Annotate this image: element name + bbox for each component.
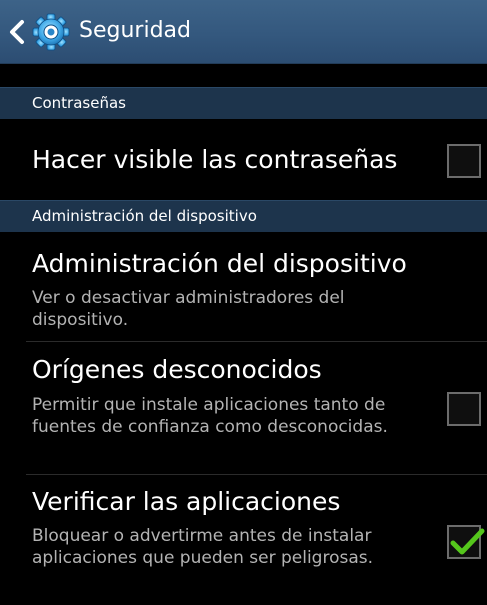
check-mark-icon <box>450 528 485 555</box>
setting-subtitle: Permitir que instale aplicaciones tanto … <box>32 395 388 437</box>
setting-title: Hacer visible las contraseñas <box>32 145 398 174</box>
verify-apps-checkbox[interactable] <box>447 525 485 559</box>
setting-title: Administración del dispositivo <box>32 249 407 278</box>
setting-subtitle: Ver o desactivar administradores del dis… <box>32 288 345 330</box>
setting-subtitle: Bloquear o advertirme antes de instalar … <box>32 526 374 568</box>
unknown-sources-checkbox[interactable] <box>447 392 481 426</box>
section-header-passwords: Contraseñas <box>0 87 487 119</box>
page-title: Seguridad <box>79 18 191 43</box>
section-header-device-admin: Administración del dispositivo <box>0 200 487 232</box>
setting-title: Orígenes desconocidos <box>32 355 322 384</box>
gear-icon[interactable] <box>32 13 70 51</box>
action-bar: Seguridad <box>0 0 487 64</box>
show-passwords-checkbox[interactable] <box>447 144 481 178</box>
setting-title: Verificar las aplicaciones <box>32 487 341 516</box>
chevron-left-icon[interactable] <box>7 19 27 45</box>
security-settings-screen: Seguridad Contraseñas Hacer visible las … <box>0 0 487 605</box>
list-divider <box>26 474 487 475</box>
list-divider <box>26 341 487 342</box>
